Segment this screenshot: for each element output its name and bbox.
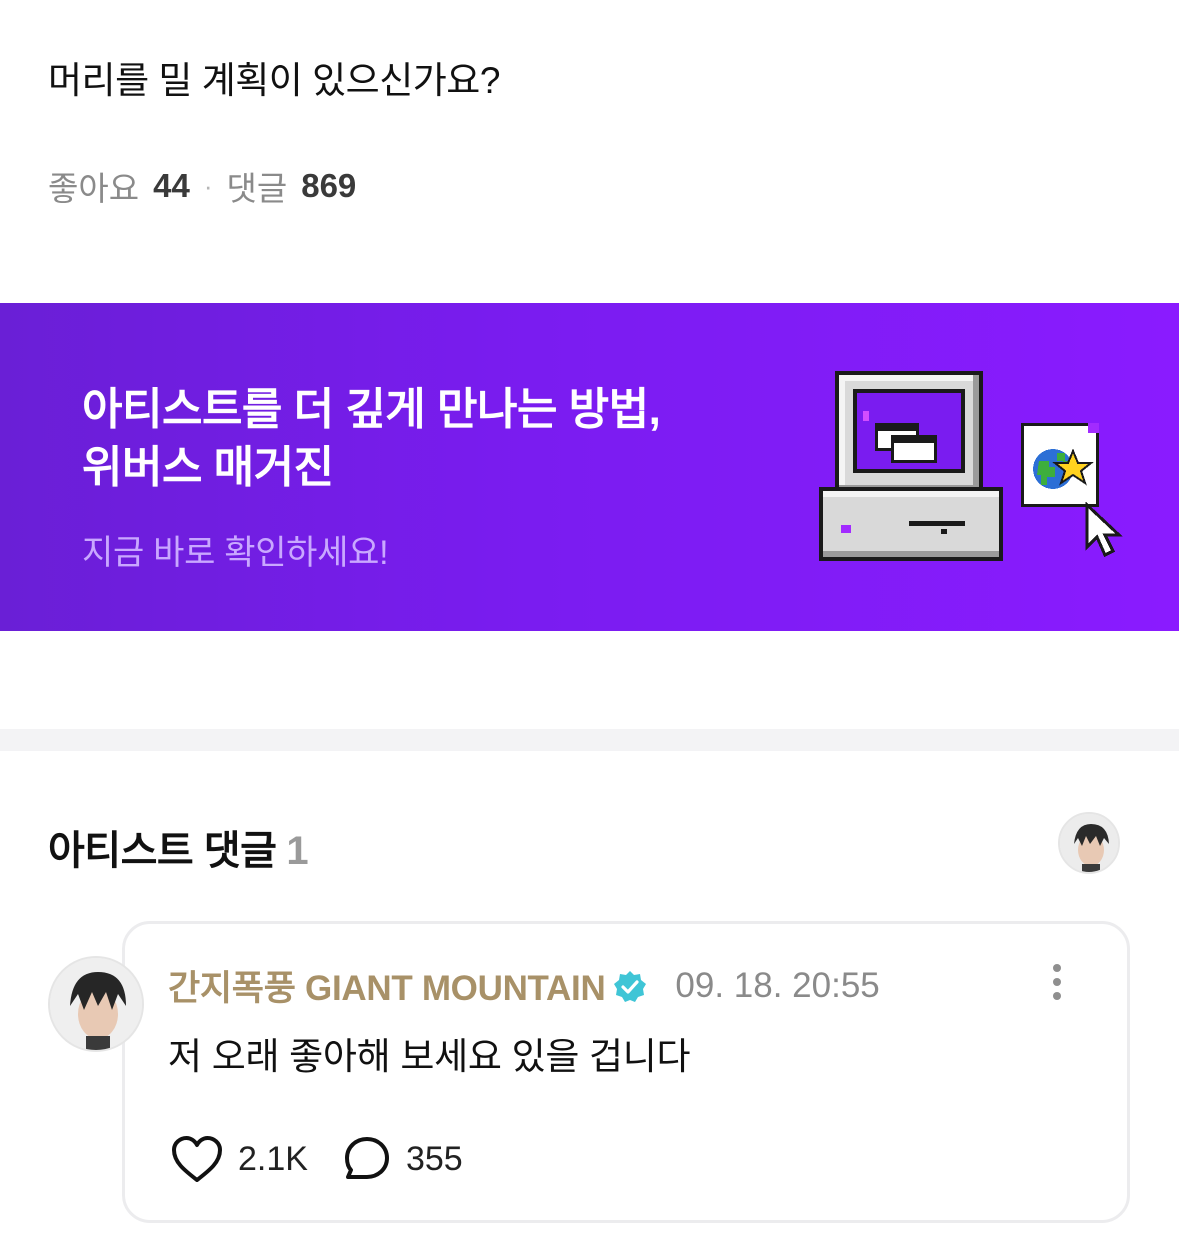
comment-timestamp: 09. 18. 20:55: [675, 965, 880, 1005]
comment-actions: 2.1K 355: [170, 1134, 497, 1184]
heart-icon: [172, 1136, 222, 1182]
comment-author-name[interactable]: 간지폭풍 GIANT MOUNTAIN: [168, 960, 606, 1011]
verified-badge-icon: [614, 970, 647, 1002]
speech-bubble-icon: [344, 1137, 389, 1179]
post-title: 머리를 밀 계획이 있으신가요?: [48, 60, 500, 101]
banner-subtitle: 지금 바로 확인하세요!: [82, 534, 389, 572]
comments-label: 댓글: [226, 170, 288, 207]
more-vertical-icon[interactable]: [1042, 960, 1072, 1004]
like-count: 2.1K: [238, 1139, 308, 1178]
comments-count: 869: [301, 167, 357, 204]
comment-author-avatar[interactable]: [48, 956, 144, 1052]
comment-header: 간지폭풍 GIANT MOUNTAIN 09. 18. 20:55: [168, 960, 880, 1011]
likes-count: 44: [153, 167, 190, 204]
comment-text: 저 오래 좋아해 보세요 있을 겁니다: [168, 1036, 691, 1077]
stats-separator: ·: [203, 170, 213, 201]
artist-comments-count: 1: [286, 829, 309, 873]
artist-comments-title: 아티스트 댓글 1: [48, 818, 309, 876]
banner-title: 아티스트를 더 깊게 만나는 방법, 위버스 매거진: [82, 385, 661, 492]
reply-count: 355: [405, 1139, 463, 1178]
likes-label: 좋아요: [48, 170, 140, 207]
artist-avatar[interactable]: [1058, 812, 1120, 874]
section-divider: [0, 729, 1179, 751]
magazine-banner[interactable]: 아티스트를 더 깊게 만나는 방법, 위버스 매거진 지금 바로 확인하세요!: [0, 303, 1179, 631]
like-button[interactable]: 2.1K: [170, 1134, 308, 1184]
reply-button[interactable]: 355: [342, 1134, 463, 1184]
artist-comments-label: 아티스트 댓글: [48, 829, 277, 873]
post-stats: 좋아요 44 · 댓글 869: [48, 162, 356, 210]
retro-computer-icon: [819, 371, 1123, 561]
